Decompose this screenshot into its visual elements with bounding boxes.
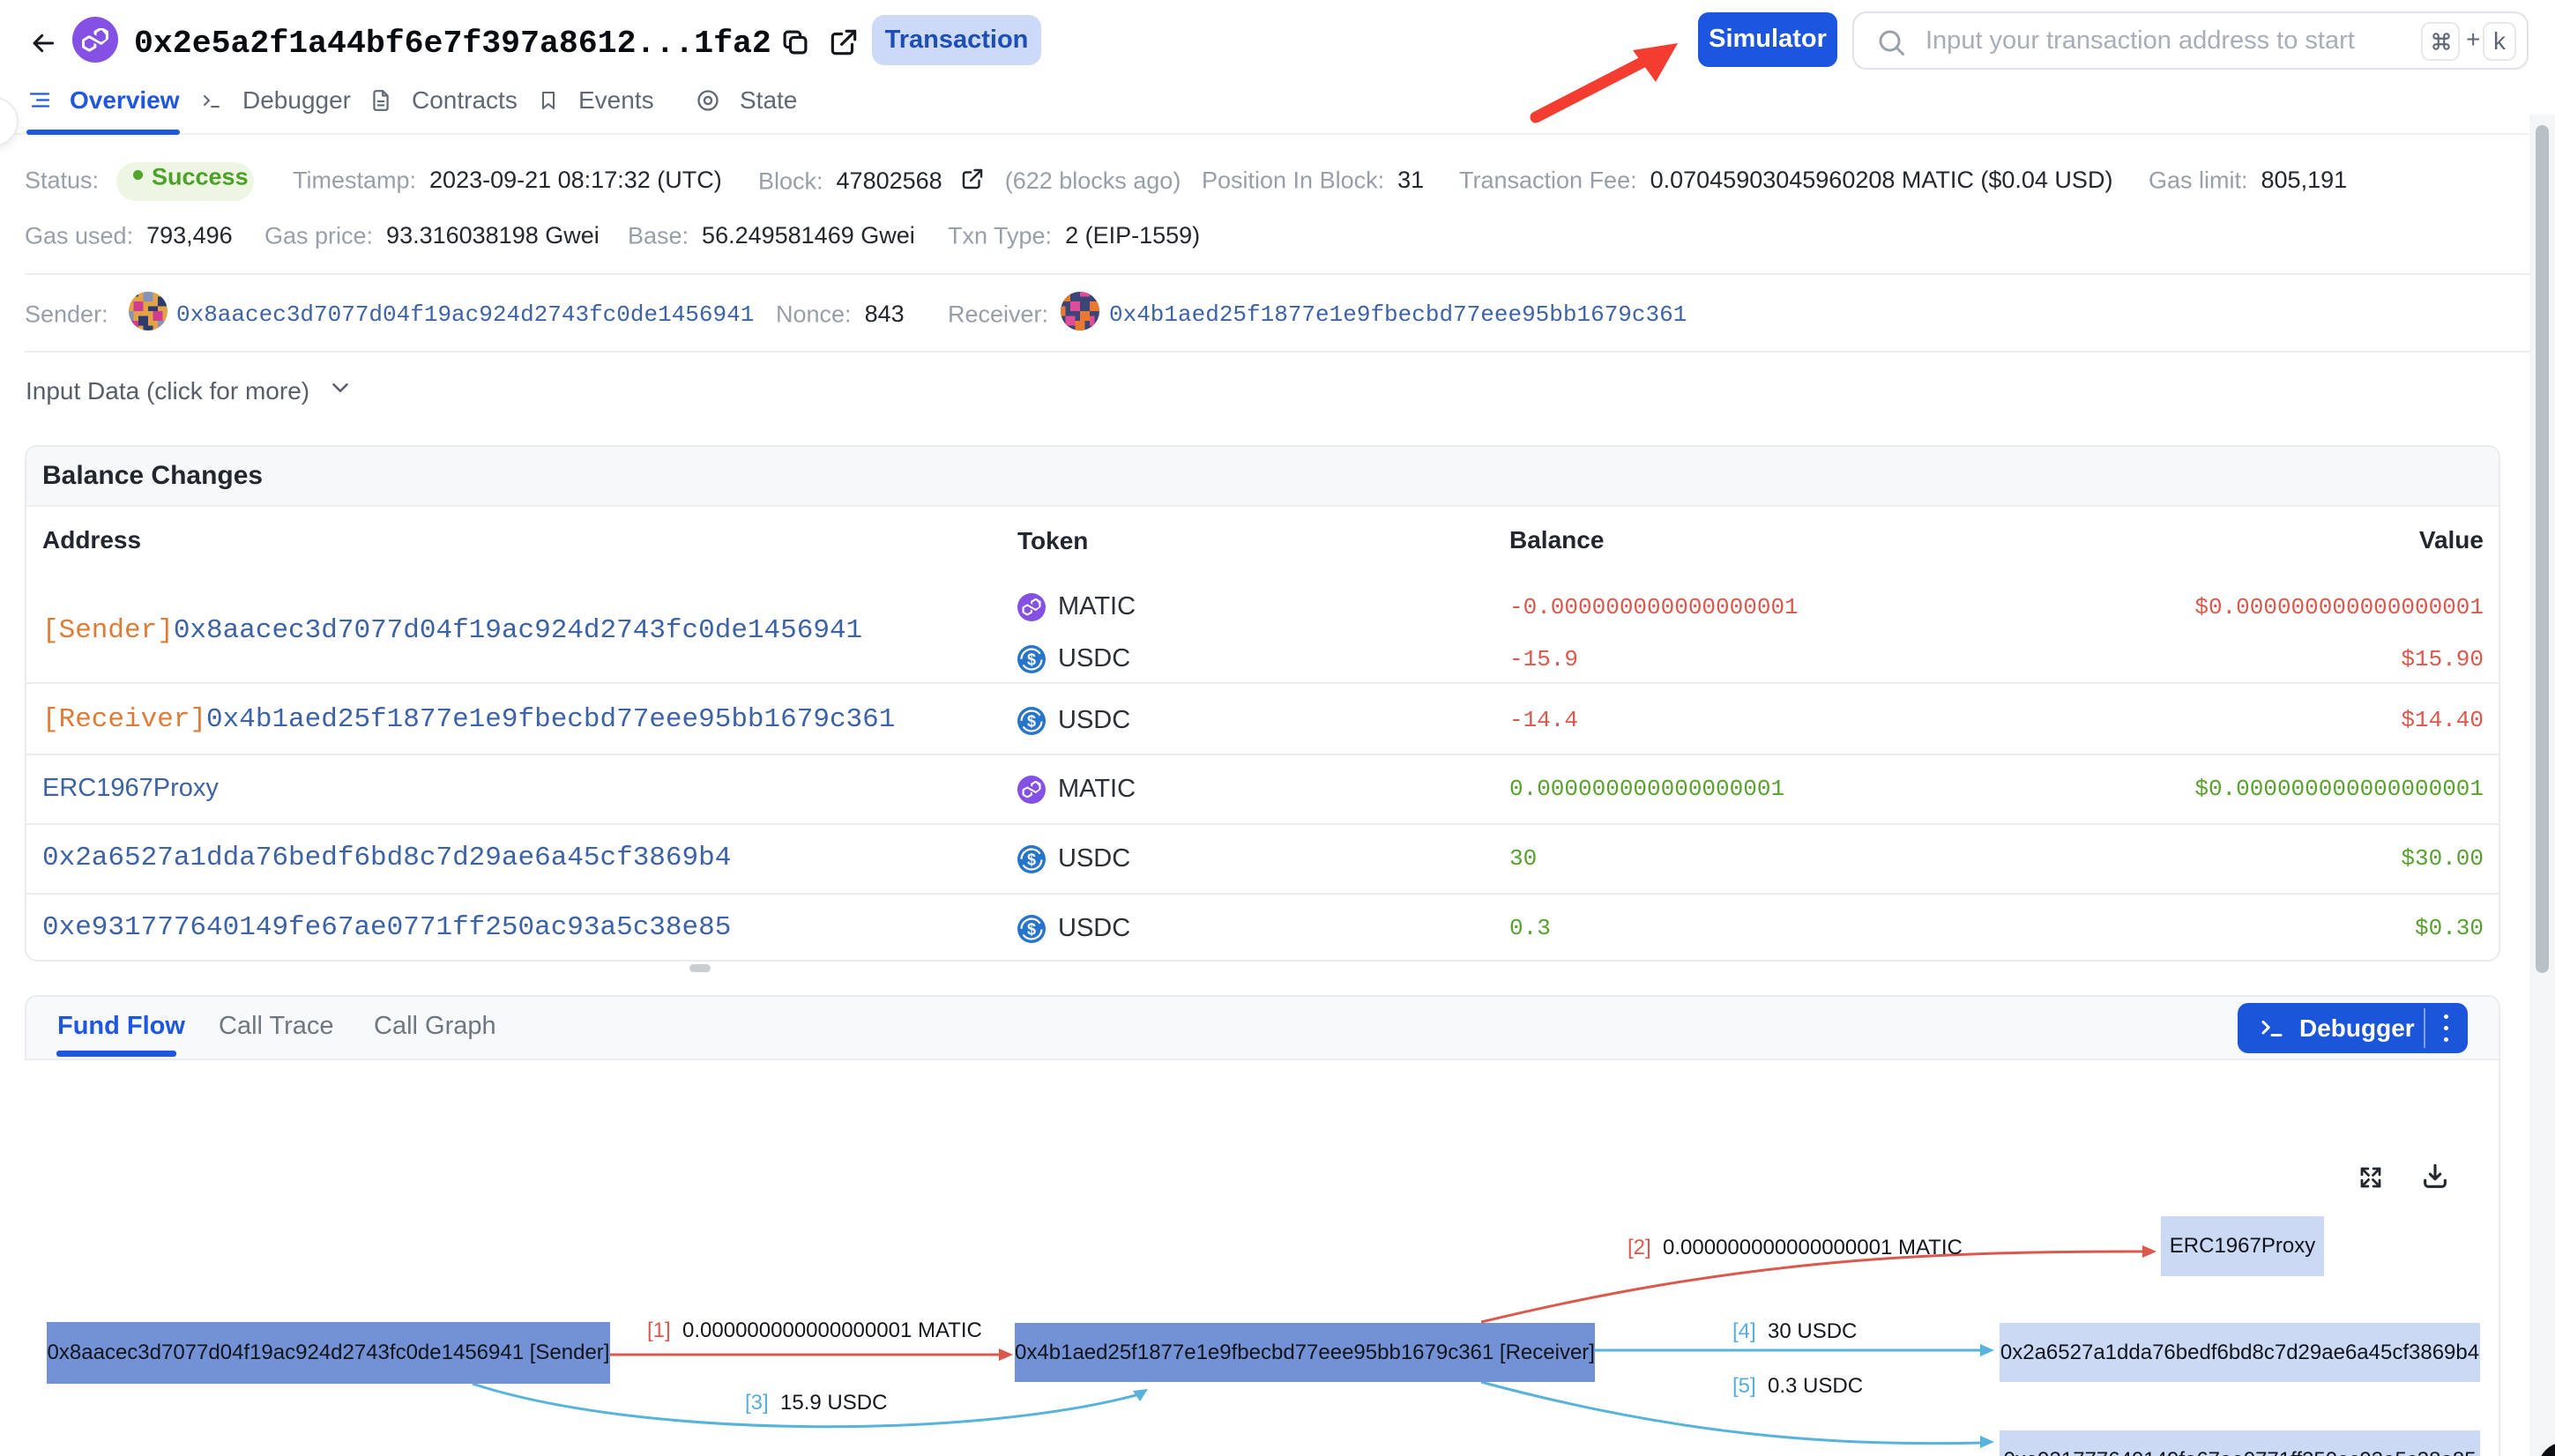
svg-text:$: $ (1027, 920, 1036, 938)
svg-text:$: $ (1027, 650, 1036, 668)
svg-text:$: $ (1027, 851, 1036, 868)
svg-text:$: $ (1027, 712, 1036, 730)
